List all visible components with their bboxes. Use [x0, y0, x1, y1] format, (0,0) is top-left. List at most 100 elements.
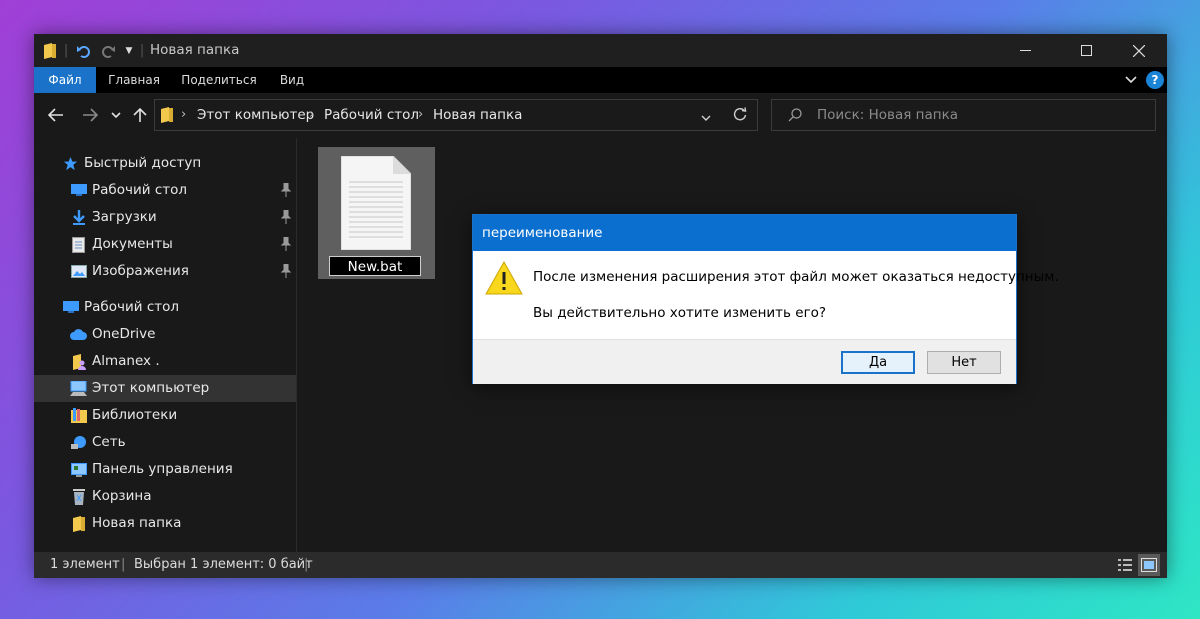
sidebar-item-label: OneDrive — [92, 326, 156, 342]
item-count: 1 элемент — [50, 557, 120, 572]
sidebar-item-label: Библиотеки — [92, 407, 178, 423]
tab-share[interactable]: Поделиться — [174, 67, 264, 93]
sidebar-item-label: Панель управления — [92, 461, 233, 477]
file-item[interactable]: New.bat — [318, 147, 435, 279]
desktop-icon — [62, 299, 79, 316]
details-view-icon[interactable] — [1116, 556, 1134, 574]
sidebar-item-label: Сеть — [92, 434, 126, 450]
breadcrumb-new-folder[interactable]: Новая папка — [433, 100, 522, 130]
back-button[interactable] — [44, 100, 68, 130]
search-box[interactable]: Поиск: Новая папка — [771, 99, 1156, 131]
sidebar-item-label: Корзина — [92, 488, 152, 504]
address-bar[interactable]: › Этот компьютер › Рабочий стол › Новая … — [154, 99, 758, 131]
sidebar-item-control-panel[interactable]: Панель управления — [34, 456, 296, 483]
rename-input[interactable]: New.bat — [329, 256, 421, 276]
ribbon-tabs: Файл Главная Поделиться Вид ? — [34, 67, 1167, 93]
chevron-down-icon[interactable]: ▼ — [122, 34, 136, 67]
download-icon — [70, 209, 87, 226]
sidebar-item-label: Новая папка — [92, 515, 182, 531]
redo-icon[interactable] — [98, 34, 118, 67]
sidebar-item-pictures[interactable]: Изображения — [34, 258, 296, 285]
warning-icon — [485, 261, 523, 295]
document-icon — [70, 236, 87, 253]
selection-info: Выбран 1 элемент: 0 байт — [134, 557, 313, 572]
search-icon — [788, 108, 802, 126]
sidebar-item-recycle-bin[interactable]: Корзина — [34, 483, 296, 510]
close-button[interactable] — [1116, 34, 1162, 67]
dialog-question: Вы действительно хотите изменить его? — [533, 305, 827, 321]
separator: | — [139, 43, 145, 58]
pin-icon — [280, 264, 292, 278]
breadcrumb-desktop[interactable]: Рабочий стол — [324, 100, 419, 130]
sidebar-item-downloads[interactable]: Загрузки — [34, 204, 296, 231]
file-icon — [341, 156, 411, 250]
pin-icon — [280, 210, 292, 224]
separator: | — [63, 43, 69, 58]
sidebar-item-label: Рабочий стол — [92, 182, 187, 198]
recent-locations-chevron-icon[interactable] — [108, 100, 124, 130]
yes-button[interactable]: Да — [841, 351, 915, 374]
tab-view[interactable]: Вид — [270, 67, 314, 93]
undo-icon[interactable] — [74, 34, 94, 67]
large-icons-view-button[interactable] — [1138, 554, 1160, 576]
tab-file[interactable]: Файл — [34, 67, 96, 93]
breadcrumb-chevron-icon: › — [181, 107, 187, 122]
pin-icon — [280, 183, 292, 197]
title-bar: | ▼ | Новая папка — [34, 34, 1167, 67]
star-icon — [62, 155, 79, 172]
dialog-title: переименование — [473, 215, 1016, 251]
sidebar-item-label: Этот компьютер — [92, 380, 210, 396]
sidebar-item-user[interactable]: Almanex . — [34, 348, 296, 375]
expand-ribbon-icon[interactable] — [1122, 67, 1140, 93]
control-panel-icon — [70, 461, 87, 478]
forward-button[interactable] — [78, 100, 102, 130]
navigation-pane: Быстрый доступ Рабочий стол Загрузки Док… — [34, 138, 296, 552]
desktop-icon — [70, 182, 87, 199]
sidebar-item-this-pc[interactable]: Этот компьютер — [34, 375, 296, 402]
breadcrumb-chevron-icon: › — [309, 107, 315, 122]
sidebar-item-label: Загрузки — [92, 209, 157, 225]
dialog-message: После изменения расширения этот файл мож… — [533, 269, 1059, 285]
sidebar-item-label: Документы — [92, 236, 173, 252]
dialog-footer: Да Нет — [473, 339, 1016, 384]
separator: | — [121, 557, 126, 572]
address-dropdown-icon[interactable] — [701, 111, 711, 126]
search-input[interactable]: Поиск: Новая папка — [817, 100, 958, 130]
navigation-bar: › Этот компьютер › Рабочий стол › Новая … — [34, 93, 1167, 138]
tab-home[interactable]: Главная — [100, 67, 168, 93]
separator: | — [304, 557, 309, 572]
sidebar-item-onedrive[interactable]: OneDrive — [34, 321, 296, 348]
maximize-button[interactable] — [1063, 34, 1109, 67]
computer-icon — [70, 380, 87, 397]
window-title: Новая папка — [150, 42, 240, 58]
status-bar: 1 элемент | Выбран 1 элемент: 0 байт | — [34, 552, 1167, 578]
refresh-icon[interactable] — [733, 107, 747, 125]
sidebar-item-network[interactable]: Сеть — [34, 429, 296, 456]
sidebar-item-label: Almanex . — [92, 353, 160, 369]
sidebar-item-desktop-pinned[interactable]: Рабочий стол — [34, 177, 296, 204]
sidebar-item-new-folder[interactable]: Новая папка — [34, 510, 296, 537]
folder-icon[interactable] — [40, 34, 60, 67]
up-button[interactable] — [130, 100, 150, 130]
large-icons-view-icon — [1141, 558, 1157, 572]
breadcrumb-this-pc[interactable]: Этот компьютер — [197, 100, 314, 130]
user-folder-icon — [70, 353, 87, 370]
network-icon — [70, 434, 87, 451]
minimize-button[interactable] — [1002, 34, 1048, 67]
sidebar-item-documents[interactable]: Документы — [34, 231, 296, 258]
pin-icon — [280, 237, 292, 251]
sidebar-item-label: Изображения — [92, 263, 189, 279]
breadcrumb-chevron-icon: › — [418, 107, 424, 122]
image-icon — [70, 263, 87, 280]
sidebar-item-desktop[interactable]: Рабочий стол — [34, 294, 296, 321]
folder-icon — [70, 515, 87, 532]
folder-icon — [161, 107, 173, 127]
library-icon — [70, 407, 87, 424]
sidebar-item-libraries[interactable]: Библиотеки — [34, 402, 296, 429]
help-button[interactable]: ? — [1146, 71, 1164, 89]
sidebar-item-quick-access[interactable]: Быстрый доступ — [34, 150, 296, 177]
no-button[interactable]: Нет — [927, 351, 1001, 374]
sidebar-item-label: Быстрый доступ — [84, 155, 202, 171]
rename-warning-dialog: переименование После изменения расширени… — [472, 214, 1059, 384]
cloud-icon — [70, 326, 87, 343]
